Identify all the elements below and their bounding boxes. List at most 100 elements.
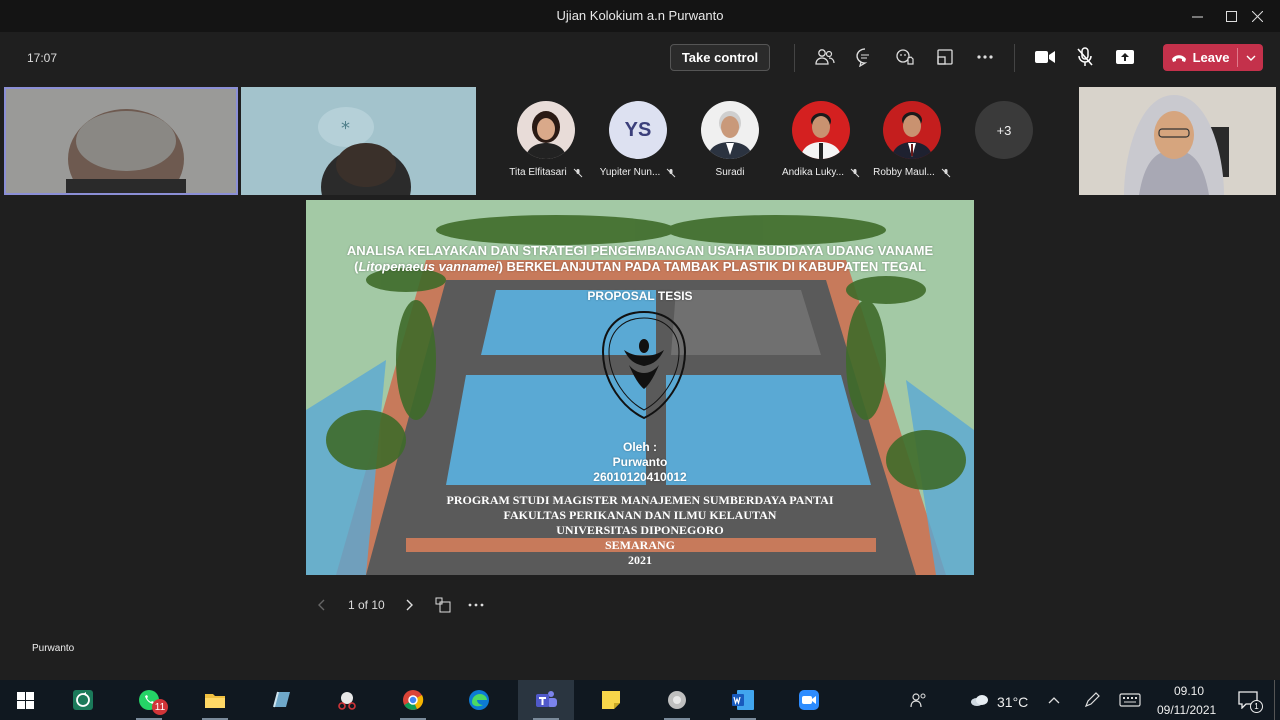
participants-icon[interactable] (814, 46, 836, 68)
toolbar-divider (794, 44, 795, 72)
slide-subtitle: PROPOSAL TESIS (587, 289, 693, 303)
word-icon[interactable] (718, 680, 768, 720)
pen-icon[interactable] (1078, 680, 1106, 720)
zoom-icon[interactable] (784, 680, 834, 720)
university-logo (601, 310, 687, 420)
participant-name-text: Robby Maul... (873, 167, 935, 178)
notification-count: 1 (1250, 700, 1263, 713)
previous-slide-icon[interactable] (316, 595, 328, 615)
participant-name-text: Tita Elfitasari (509, 167, 567, 178)
start-icon[interactable] (0, 680, 50, 720)
slide-title-line2-rest: BERKELANJUTAN PADA TAMBAK PLASTIK DI KAB… (506, 259, 926, 274)
mic-muted-icon (941, 168, 951, 177)
slide-faculty: FAKULTAS PERIKANAN DAN ILMU KELAUTAN (503, 508, 777, 522)
temperature[interactable]: 31°C (997, 694, 1028, 710)
avatar (792, 101, 850, 159)
mic-muted-icon (850, 168, 860, 177)
presenter-name: Purwanto (32, 643, 75, 654)
audio-app-icon[interactable] (652, 680, 702, 720)
window-title: Ujian Kolokium a.n Purwanto (556, 8, 724, 23)
mic-muted-icon[interactable] (1074, 46, 1096, 68)
take-control-button[interactable]: Take control (670, 44, 770, 71)
slide-city: SEMARANG (604, 538, 675, 552)
meeting-duration: 17:07 (27, 51, 58, 65)
sticky-notes-icon[interactable] (586, 680, 636, 720)
edge-icon[interactable] (454, 680, 504, 720)
participant-name: Tita Elfitasari (501, 167, 591, 178)
more-options-icon[interactable] (974, 46, 996, 68)
slide-by-label: Oleh : (622, 440, 657, 454)
next-slide-icon[interactable] (403, 595, 415, 615)
whatsapp-icon[interactable]: 11 (124, 680, 174, 720)
toolbar-divider (1014, 44, 1015, 72)
sync-app-icon[interactable] (58, 680, 108, 720)
windows-taskbar: 11 31°C 09.10 09/11/2021 1 (0, 680, 1280, 720)
video-frame-person: * (241, 87, 476, 195)
keyboard-icon[interactable] (1116, 680, 1144, 720)
view-layout-icon[interactable] (934, 46, 956, 68)
snipping-tool-icon[interactable] (322, 680, 372, 720)
avatar (701, 101, 759, 159)
shared-slide[interactable]: ANALISA KELAYAKAN DAN STRATEGI PENGEMBAN… (306, 200, 974, 575)
share-screen-icon[interactable] (1114, 46, 1136, 68)
slide-title-line2: (Litopenaeus vannamei) BERKELANJUTAN PAD… (354, 259, 926, 274)
window-titlebar: Ujian Kolokium a.n Purwanto (0, 0, 1280, 32)
avatar-initials: YS (609, 101, 667, 159)
show-desktop-divider[interactable] (1274, 680, 1275, 720)
participant-avatar-robby[interactable]: Robby Maul... (867, 101, 957, 178)
chevron-down-icon[interactable] (1239, 44, 1263, 71)
close-icon[interactable] (1234, 0, 1280, 32)
chevron-up-icon[interactable] (1040, 680, 1068, 720)
raise-hand-icon[interactable] (894, 46, 916, 68)
participant-name: Robby Maul... (867, 167, 957, 178)
hang-up-icon (1171, 54, 1186, 62)
slide-author: Purwanto (612, 455, 668, 469)
leave-main[interactable]: Leave (1163, 44, 1237, 71)
whatsapp-badge: 11 (152, 699, 168, 715)
participant-name: Andika Luky... (776, 167, 866, 178)
participant-name-text: Andika Luky... (781, 167, 845, 178)
svg-text:*: * (341, 118, 350, 139)
teams-icon[interactable] (518, 680, 574, 720)
participant-name-text: Suradi (715, 167, 745, 178)
leave-button[interactable]: Leave (1163, 44, 1263, 71)
participant-name: Yupiter Nun... (593, 167, 683, 178)
overflow-count: +3 (975, 101, 1033, 159)
video-frame-person (6, 89, 236, 193)
slide-grid-icon[interactable] (435, 595, 451, 615)
notification-icon[interactable]: 1 (1230, 680, 1266, 720)
leave-label: Leave (1192, 50, 1230, 65)
species-name: Litopenaeus vannamei (358, 259, 499, 274)
slide-title-line1: ANALISA KELAYAKAN DAN STRATEGI PENGEMBAN… (346, 243, 934, 258)
participant-avatar-tita[interactable]: Tita Elfitasari (501, 101, 591, 178)
participant-name: Suradi (685, 167, 775, 178)
participant-video-2[interactable]: * (241, 87, 476, 195)
slide-university: UNIVERSITAS DIPONEGORO (556, 523, 724, 537)
participant-video-1[interactable] (4, 87, 238, 195)
clock-time[interactable]: 09.10 (1174, 684, 1204, 698)
file-explorer-icon[interactable] (190, 680, 240, 720)
leave-divider (1237, 48, 1238, 67)
camera-icon[interactable] (1034, 46, 1056, 68)
note-app-icon[interactable] (256, 680, 306, 720)
video-frame-person (1079, 87, 1276, 195)
weather-cloud-icon[interactable] (962, 680, 998, 720)
slide-student-id: 26010120410012 (593, 470, 687, 484)
slide-program: PROGRAM STUDI MAGISTER MANAJEMEN SUMBERD… (446, 493, 834, 507)
participant-avatar-andika[interactable]: Andika Luky... (776, 101, 866, 178)
participant-avatar-yupiter[interactable]: YS Yupiter Nun... (593, 101, 683, 178)
participant-overflow[interactable]: +3 (959, 101, 1049, 159)
chrome-icon[interactable] (388, 680, 438, 720)
meeting-toolbar: 17:07 Take control Leave (0, 32, 1280, 84)
mic-muted-icon (573, 168, 583, 177)
slide-page-indicator: 1 of 10 (348, 598, 385, 612)
slide-more-options-icon[interactable] (468, 595, 484, 615)
people-icon[interactable] (894, 680, 944, 720)
slide-year: 2021 (628, 553, 652, 567)
mic-muted-icon (666, 168, 676, 177)
clock-date[interactable]: 09/11/2021 (1157, 703, 1216, 717)
participant-avatar-suradi[interactable]: Suradi (685, 101, 775, 178)
participant-video-3[interactable] (1079, 87, 1276, 195)
avatar (883, 101, 941, 159)
chat-icon[interactable] (854, 46, 876, 68)
